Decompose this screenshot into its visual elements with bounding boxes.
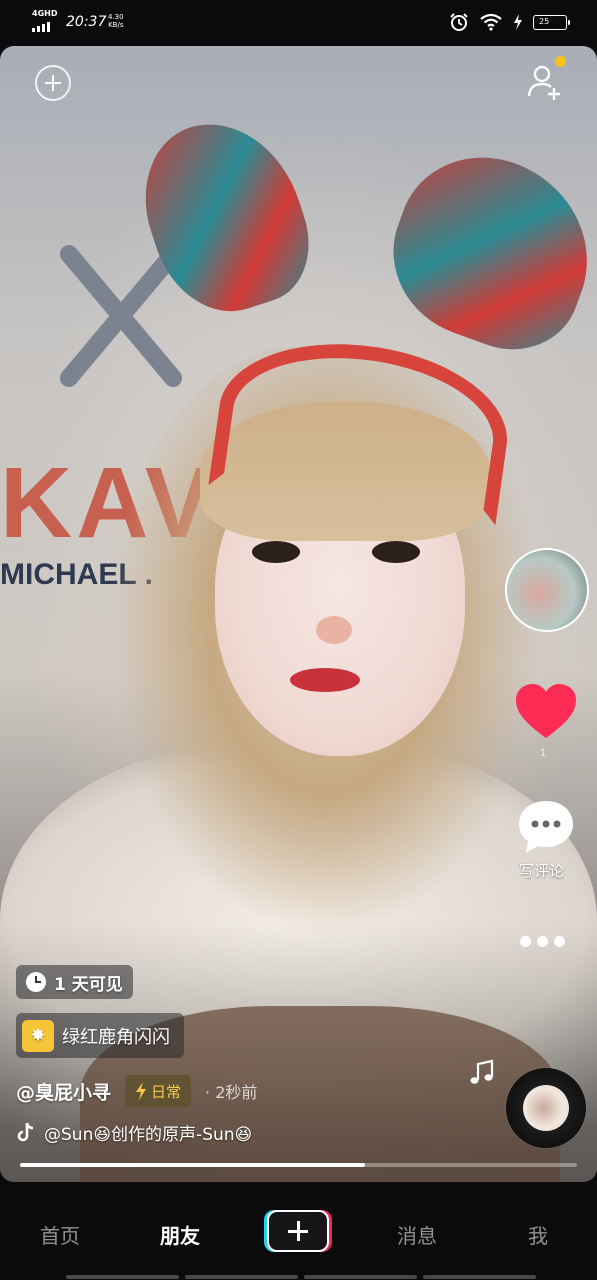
- author-row: @臭屁小寻 日常 · 2秒前: [16, 1074, 257, 1108]
- visibility-chip: 1 天可见: [16, 965, 133, 999]
- like-button[interactable]: [514, 682, 578, 742]
- network-speed: 4.30 KB/s: [108, 13, 124, 29]
- sparkle-icon: ✸: [22, 1019, 54, 1052]
- video-progress-bar[interactable]: [20, 1163, 577, 1167]
- author-name[interactable]: @臭屁小寻: [16, 1078, 111, 1105]
- gesture-bar: [66, 1275, 536, 1279]
- video-subject-eye-right: [372, 541, 420, 563]
- speech-bubble-icon: [519, 801, 573, 853]
- music-row[interactable]: @Sun😆创作的原声-Sun😆: [16, 1120, 252, 1145]
- antler-right: [370, 133, 597, 369]
- tab-home[interactable]: 首页: [40, 1220, 80, 1249]
- battery-level: 25: [539, 16, 550, 26]
- effect-name: 绿红鹿角闪闪: [62, 1026, 170, 1048]
- tab-me[interactable]: 我: [528, 1220, 548, 1249]
- clock-time: 20:37: [66, 14, 107, 30]
- heart-icon: [516, 684, 576, 738]
- notification-dot: [555, 56, 566, 67]
- signal-bars-icon: [32, 22, 50, 32]
- bottom-tab-bar: 首页 朋友 消息 我: [0, 1182, 597, 1280]
- video-player[interactable]: KAV MICHAEL .: [0, 46, 597, 1182]
- add-friend-button[interactable]: [526, 56, 566, 102]
- tab-friends[interactable]: 朋友: [160, 1220, 200, 1249]
- comment-button[interactable]: [516, 798, 576, 856]
- music-disc[interactable]: [506, 1068, 586, 1148]
- speed-value: 4.30: [108, 13, 124, 21]
- daily-tag[interactable]: 日常: [125, 1075, 192, 1107]
- music-note-icon: [470, 1059, 494, 1084]
- lightning-icon: [136, 1082, 147, 1100]
- visibility-label: 1 天可见: [54, 974, 123, 995]
- network-type: 4GHD: [32, 9, 58, 18]
- post-time: · 2秒前: [205, 1083, 258, 1102]
- daily-tag-label: 日常: [151, 1082, 182, 1101]
- effect-chip[interactable]: ✸ 绿红鹿角闪闪: [16, 1013, 184, 1058]
- alarm-icon: [450, 13, 468, 31]
- create-button[interactable]: [267, 1210, 329, 1252]
- video-progress-fill: [20, 1163, 366, 1167]
- comment-label[interactable]: 写评论: [519, 860, 564, 881]
- video-subject-lips: [290, 668, 360, 692]
- charging-icon: [514, 14, 522, 30]
- status-bar: 4GHD 20:37 4.30 KB/s 25: [0, 0, 597, 44]
- speed-unit: KB/s: [108, 21, 124, 29]
- plus-circle-icon[interactable]: [35, 65, 71, 101]
- tiktok-logo-icon: [17, 1122, 34, 1141]
- video-subject-eye-left: [252, 541, 300, 563]
- wifi-icon: [480, 13, 502, 31]
- music-text: @Sun😆创作的原声-Sun😆: [44, 1125, 253, 1145]
- author-avatar[interactable]: [505, 548, 589, 632]
- phone-screen: 4GHD 20:37 4.30 KB/s 25 KAV MICHAEL . 1 …: [0, 0, 597, 1280]
- clock-icon: [26, 972, 46, 992]
- like-count: 1: [540, 748, 547, 759]
- tab-messages[interactable]: 消息: [397, 1220, 437, 1249]
- ellipsis-icon[interactable]: [520, 932, 572, 950]
- battery-icon: 25: [533, 14, 570, 30]
- person-plus-icon: [527, 65, 560, 100]
- video-subject-nose: [316, 616, 352, 644]
